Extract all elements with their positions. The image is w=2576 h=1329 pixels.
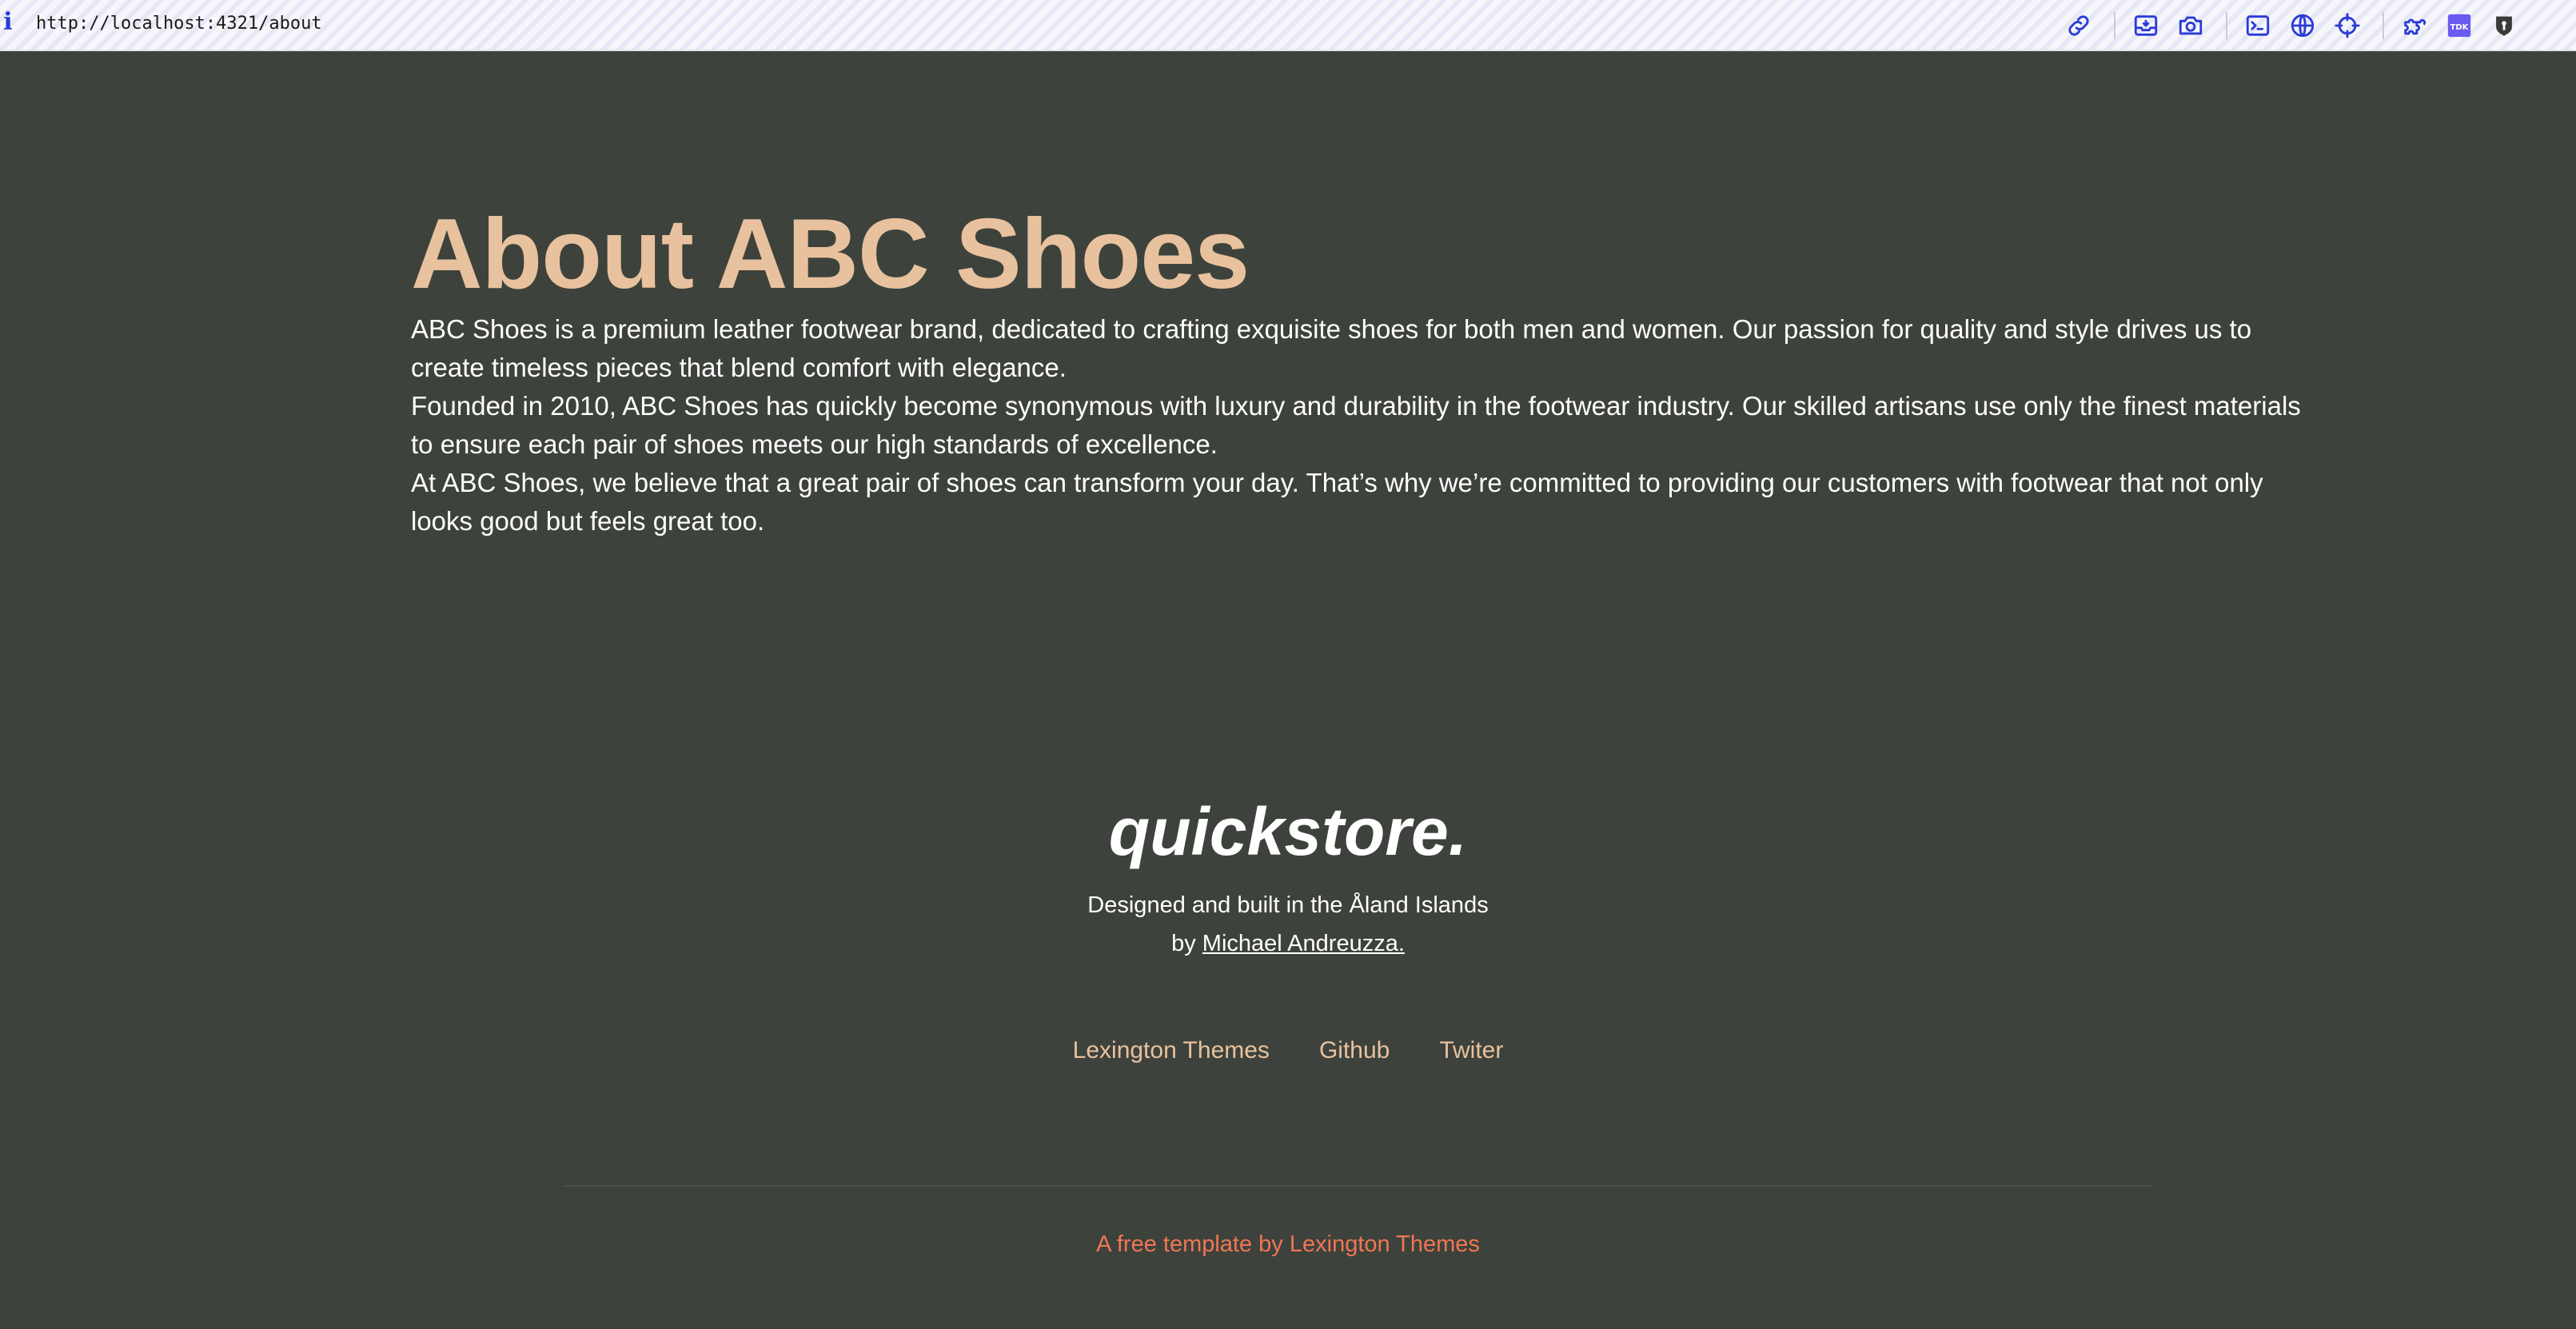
site-info-icon[interactable]: i	[2, 6, 14, 38]
copyright-link[interactable]: Lexington Themes	[1290, 1231, 1480, 1257]
footer-brand-logo[interactable]: quickstore.	[0, 792, 2576, 872]
footer-link-twitter[interactable]: Twiter	[1439, 1032, 1503, 1070]
toolbar-separator	[2114, 12, 2115, 39]
about-paragraph: ABC Shoes is a premium leather footwear …	[411, 314, 2252, 382]
about-section: About ABC Shoes ABC Shoes is a premium l…	[411, 198, 2330, 541]
footer-credit: Designed and built in the Åland Islands …	[0, 886, 2576, 963]
shield-keyhole-icon[interactable]	[2488, 10, 2520, 42]
footer-copyright: A free template by Lexington Themes	[0, 1225, 2576, 1263]
browser-toolbar: i http://localhost:4321/about TDK	[0, 0, 2576, 51]
about-paragraph: Founded in 2010, ABC Shoes has quickly b…	[411, 391, 2301, 459]
footer-link-github[interactable]: Github	[1319, 1032, 1390, 1070]
tdk-badge-label: TDK	[2450, 23, 2469, 32]
address-bar-url[interactable]: http://localhost:4321/about	[36, 8, 322, 40]
terminal-icon[interactable]	[2242, 10, 2274, 42]
footer-link-lexington-themes[interactable]: Lexington Themes	[1073, 1032, 1270, 1070]
author-link[interactable]: Michael Andreuzza.	[1202, 931, 1405, 956]
footer-divider	[564, 1185, 2151, 1187]
puzzle-icon[interactable]	[2399, 10, 2430, 42]
footer-links: Lexington Themes Github Twiter	[0, 1032, 2576, 1070]
crosshair-icon[interactable]	[2331, 10, 2363, 42]
footer-tagline: Designed and built in the Åland Islands	[1087, 892, 1489, 918]
copyright-prefix: A free template by	[1096, 1231, 1290, 1257]
link-icon[interactable]	[2063, 10, 2095, 42]
footer-by-label: by	[1171, 931, 1202, 956]
camera-icon[interactable]	[2175, 10, 2207, 42]
tdk-badge-icon[interactable]: TDK	[2443, 10, 2475, 42]
toolbar-separator	[2226, 12, 2227, 39]
about-paragraph: At ABC Shoes, we believe that a great pa…	[411, 468, 2263, 536]
page-title: About ABC Shoes	[411, 199, 1250, 309]
globe-icon[interactable]	[2287, 10, 2319, 42]
footer-author-line: by Michael Andreuzza.	[0, 924, 2576, 963]
download-tray-icon[interactable]	[2130, 10, 2162, 42]
extension-toolbar: TDK	[2063, 6, 2533, 45]
toolbar-separator	[2383, 12, 2384, 39]
